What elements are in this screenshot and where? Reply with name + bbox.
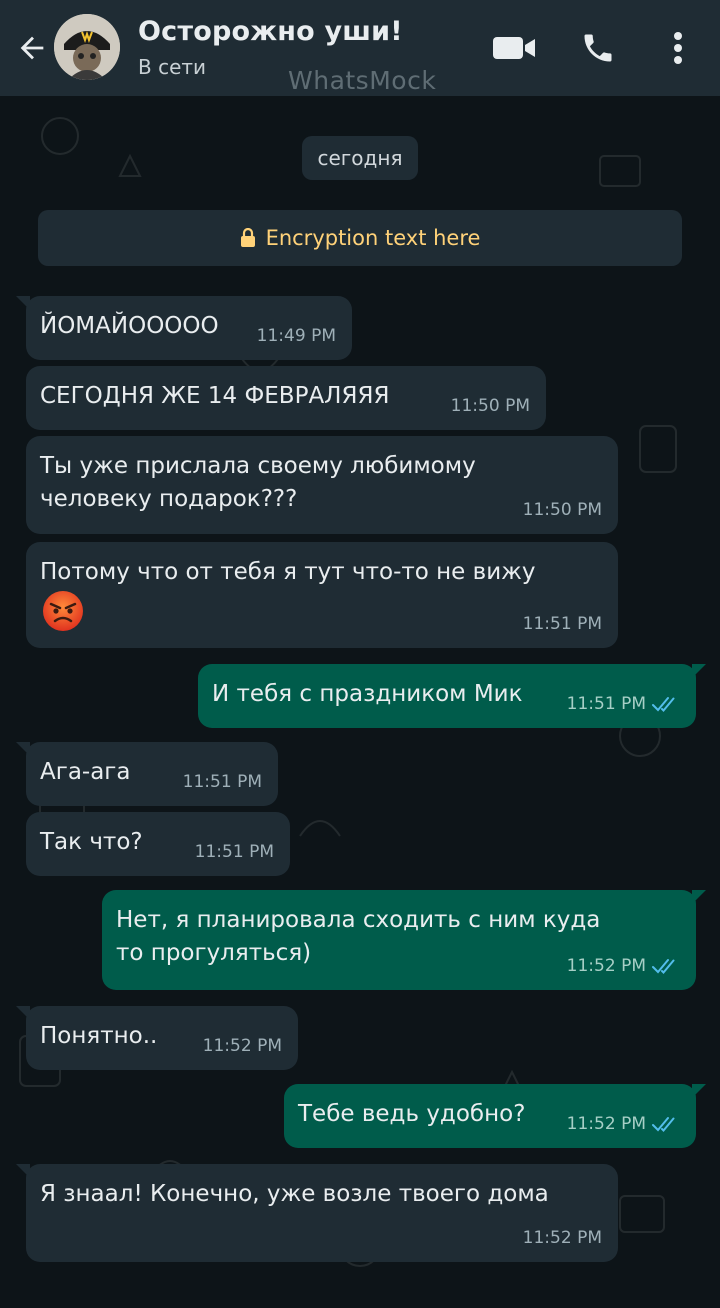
chat-screen: Осторожно уши! В сети WhatsMock сегодня — [0, 0, 720, 1308]
message-text: Понятно.. — [40, 1023, 158, 1049]
message-text: СЕГОДНЯ ЖЕ 14 ФЕВРАЛЯЯЯ — [40, 383, 390, 409]
bubble-tail — [692, 890, 706, 904]
message-text: И тебя с праздником Мик — [212, 681, 523, 707]
message-time: 11:49 PM — [257, 326, 336, 346]
message-text: Тебе ведь удобно? — [298, 1101, 526, 1127]
phone-icon — [584, 34, 612, 62]
message-time: 11:52 PM — [567, 1114, 680, 1134]
message-bubble-incoming[interactable]: СЕГОДНЯ ЖЕ 14 ФЕВРАЛЯЯЯ 11:50 PM — [26, 366, 546, 430]
back-arrow-icon — [20, 36, 44, 60]
message-time: 11:52 PM — [203, 1036, 282, 1056]
bubble-tail — [16, 742, 30, 756]
message-bubble-incoming[interactable]: Я знаал! Конечно, уже возле твоего дома … — [16, 1164, 618, 1262]
message-bubble-incoming[interactable]: Ага-ага 11:51 PM — [16, 742, 278, 806]
message-text: Я знаал! Конечно, уже возле твоего дома — [40, 1181, 549, 1207]
message-time: 11:51 PM — [567, 694, 680, 714]
encryption-text: Encryption text here — [265, 226, 481, 250]
bubble-tail — [16, 1164, 30, 1178]
message-bubble-outgoing[interactable]: Нет, я планировала сходить с ним куда то… — [102, 890, 706, 990]
message-text: Ага-ага — [40, 759, 131, 785]
time-label: 11:50 PM — [450, 396, 530, 416]
video-call-button[interactable] — [490, 24, 538, 72]
message-bubble-incoming[interactable]: ЙОМАЙООООО 11:49 PM — [16, 296, 352, 360]
message-time: 11:52 PM — [523, 1228, 602, 1248]
bubble-tail — [692, 664, 706, 678]
message-time: 11:52 PM — [567, 956, 680, 976]
time-label: 11:52 PM — [566, 956, 646, 976]
bubble-tail — [16, 1006, 30, 1020]
more-vert-icon — [674, 32, 682, 64]
avatar-image — [54, 14, 120, 80]
message-text: Потому что от тебя я тут что-то не вижу — [40, 559, 536, 585]
bubble-tail — [16, 296, 30, 310]
bubble-tail — [692, 1084, 706, 1098]
message-time: 11:51 PM — [195, 842, 274, 862]
message-time: 11:50 PM — [451, 396, 530, 416]
read-ticks-icon — [652, 959, 675, 974]
time-label: 11:51 PM — [182, 772, 262, 792]
time-label: 11:52 PM — [566, 1114, 646, 1134]
message-bubble-incoming[interactable]: Потому что от тебя я тут что-то не вижу … — [26, 542, 618, 648]
message-text: Ты уже прислала своему любимому человеку… — [40, 453, 476, 512]
time-label: 11:51 PM — [566, 694, 646, 714]
time-label: 11:49 PM — [256, 326, 336, 346]
lock-icon — [240, 228, 255, 247]
video-call-icon — [493, 37, 535, 59]
voice-call-button[interactable] — [574, 24, 622, 72]
message-bubble-outgoing[interactable]: И тебя с праздником Мик 11:51 PM — [198, 664, 706, 728]
time-label: 11:52 PM — [522, 1228, 602, 1248]
back-button[interactable] — [10, 26, 54, 70]
message-text: ЙОМАЙООООО — [40, 313, 219, 339]
message-time: 11:50 PM — [523, 500, 602, 520]
message-bubble-incoming[interactable]: Понятно.. 11:52 PM — [16, 1006, 298, 1070]
message-text: Нет, я планировала сходить с ним куда то… — [116, 907, 601, 966]
time-label: 11:50 PM — [522, 500, 602, 520]
message-bubble-incoming[interactable]: Ты уже прислала своему любимому человеку… — [26, 436, 618, 534]
message-bubble-incoming[interactable]: Так что? 11:51 PM — [26, 812, 290, 876]
time-label: 11:52 PM — [202, 1036, 282, 1056]
message-bubble-outgoing[interactable]: Тебе ведь удобно? 11:52 PM — [284, 1084, 706, 1148]
contact-name: Осторожно уши! — [138, 16, 403, 47]
time-label: 11:51 PM — [194, 842, 274, 862]
chat-header: Осторожно уши! В сети WhatsMock — [0, 0, 720, 96]
date-chip: сегодня — [302, 136, 418, 180]
message-time: 11:51 PM — [523, 614, 602, 634]
angry-face-emoji — [43, 591, 83, 631]
message-text: Так что? — [40, 829, 143, 855]
watermark: WhatsMock — [288, 66, 437, 95]
more-options-button[interactable] — [654, 24, 702, 72]
time-label: 11:51 PM — [522, 614, 602, 634]
read-ticks-icon — [652, 697, 675, 712]
contact-avatar[interactable] — [54, 14, 120, 80]
encryption-banner[interactable]: Encryption text here — [38, 210, 682, 266]
read-ticks-icon — [652, 1117, 675, 1132]
message-time: 11:51 PM — [183, 772, 262, 792]
